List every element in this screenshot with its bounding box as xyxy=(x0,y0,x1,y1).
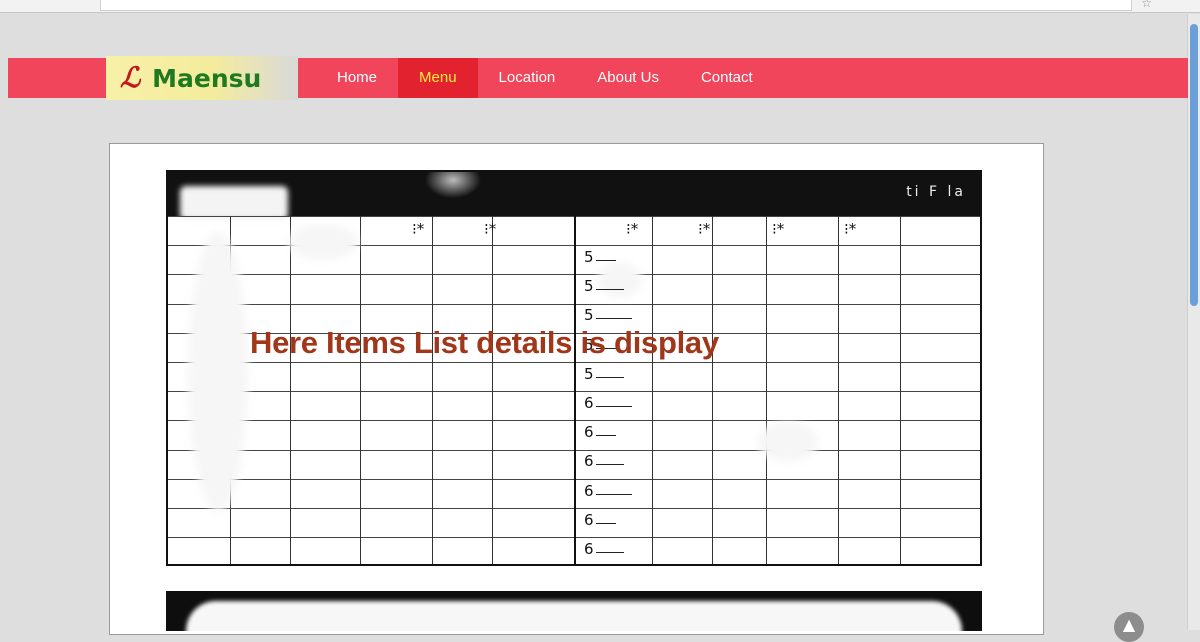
header-mark: ⁝* xyxy=(626,220,639,238)
image-band xyxy=(186,601,962,631)
menu-items-image: ti F la ⁝* ⁝* ⁝* ⁝* ⁝* ⁝* 55555666666 xyxy=(166,170,982,566)
header-mark: ⁝* xyxy=(412,220,425,238)
row-number: 5 xyxy=(584,248,594,266)
row-number: 6 xyxy=(584,452,594,471)
row-dash xyxy=(596,289,624,291)
smudge xyxy=(598,262,642,298)
nav-item-location[interactable]: Location xyxy=(478,58,577,98)
row-number: 6 xyxy=(584,540,594,558)
row-number: 6 xyxy=(584,423,594,442)
row-dash xyxy=(596,464,624,466)
table-column-line xyxy=(766,216,767,564)
row-dash xyxy=(596,376,624,378)
smudge xyxy=(758,422,818,462)
table-column-line xyxy=(360,216,361,564)
scroll-top-button[interactable]: ▲ xyxy=(1114,612,1144,642)
star-icon[interactable]: ☆ xyxy=(1141,0,1152,10)
row-number: 5 xyxy=(584,364,594,383)
row-dash xyxy=(596,493,632,495)
menu-image-header: ti F la xyxy=(168,172,980,220)
table-column-line xyxy=(900,216,901,564)
row-number: 6 xyxy=(584,481,594,500)
header-mark: ti F la xyxy=(906,184,966,200)
nav-item-contact[interactable]: Contact xyxy=(680,58,774,98)
header-mark: ⁝* xyxy=(484,220,497,238)
header-mark: ⁝* xyxy=(698,220,711,238)
row-dash xyxy=(596,318,632,320)
header-mark: ⁝* xyxy=(772,220,785,238)
arrow-up-icon: ▲ xyxy=(1122,615,1136,634)
table-divider xyxy=(574,216,576,564)
smudge xyxy=(288,224,358,260)
row-number: 5 xyxy=(584,306,594,325)
table-column-line xyxy=(432,216,433,564)
site-logo[interactable]: ℒ Maensu xyxy=(106,56,298,100)
nav-item-menu[interactable]: Menu xyxy=(398,58,478,98)
menu-items-image-2 xyxy=(166,591,982,631)
row-dash xyxy=(596,552,624,553)
smudge xyxy=(188,232,248,512)
table-column-line xyxy=(492,216,493,564)
row-number: 6 xyxy=(584,510,594,529)
row-number: 6 xyxy=(584,394,594,412)
logo-mark: ℒ xyxy=(120,61,141,94)
browser-toolbar: ☆ xyxy=(0,0,1200,13)
nav-menu: Home Menu Location About Us Contact xyxy=(316,58,774,98)
table-column-line xyxy=(712,216,713,564)
header-mark: ⁝* xyxy=(844,220,857,238)
nav-item-home[interactable]: Home xyxy=(316,58,398,98)
address-bar[interactable] xyxy=(100,0,1132,11)
items-list-caption: Here Items List details is display xyxy=(250,325,719,360)
row-dash xyxy=(596,435,616,437)
table-column-line xyxy=(652,216,653,564)
logo-text: Maensu xyxy=(152,63,262,93)
redacted-area xyxy=(180,186,288,220)
scrollbar-thumb[interactable] xyxy=(1190,24,1198,306)
row-dash xyxy=(596,406,632,407)
page-scrollbar[interactable] xyxy=(1187,14,1200,630)
row-dash xyxy=(596,522,616,524)
row-number: 5 xyxy=(584,277,594,296)
nav-item-about-us[interactable]: About Us xyxy=(576,58,680,98)
table-column-line xyxy=(290,216,291,564)
row-dash xyxy=(596,260,616,261)
table-column-line xyxy=(838,216,839,564)
